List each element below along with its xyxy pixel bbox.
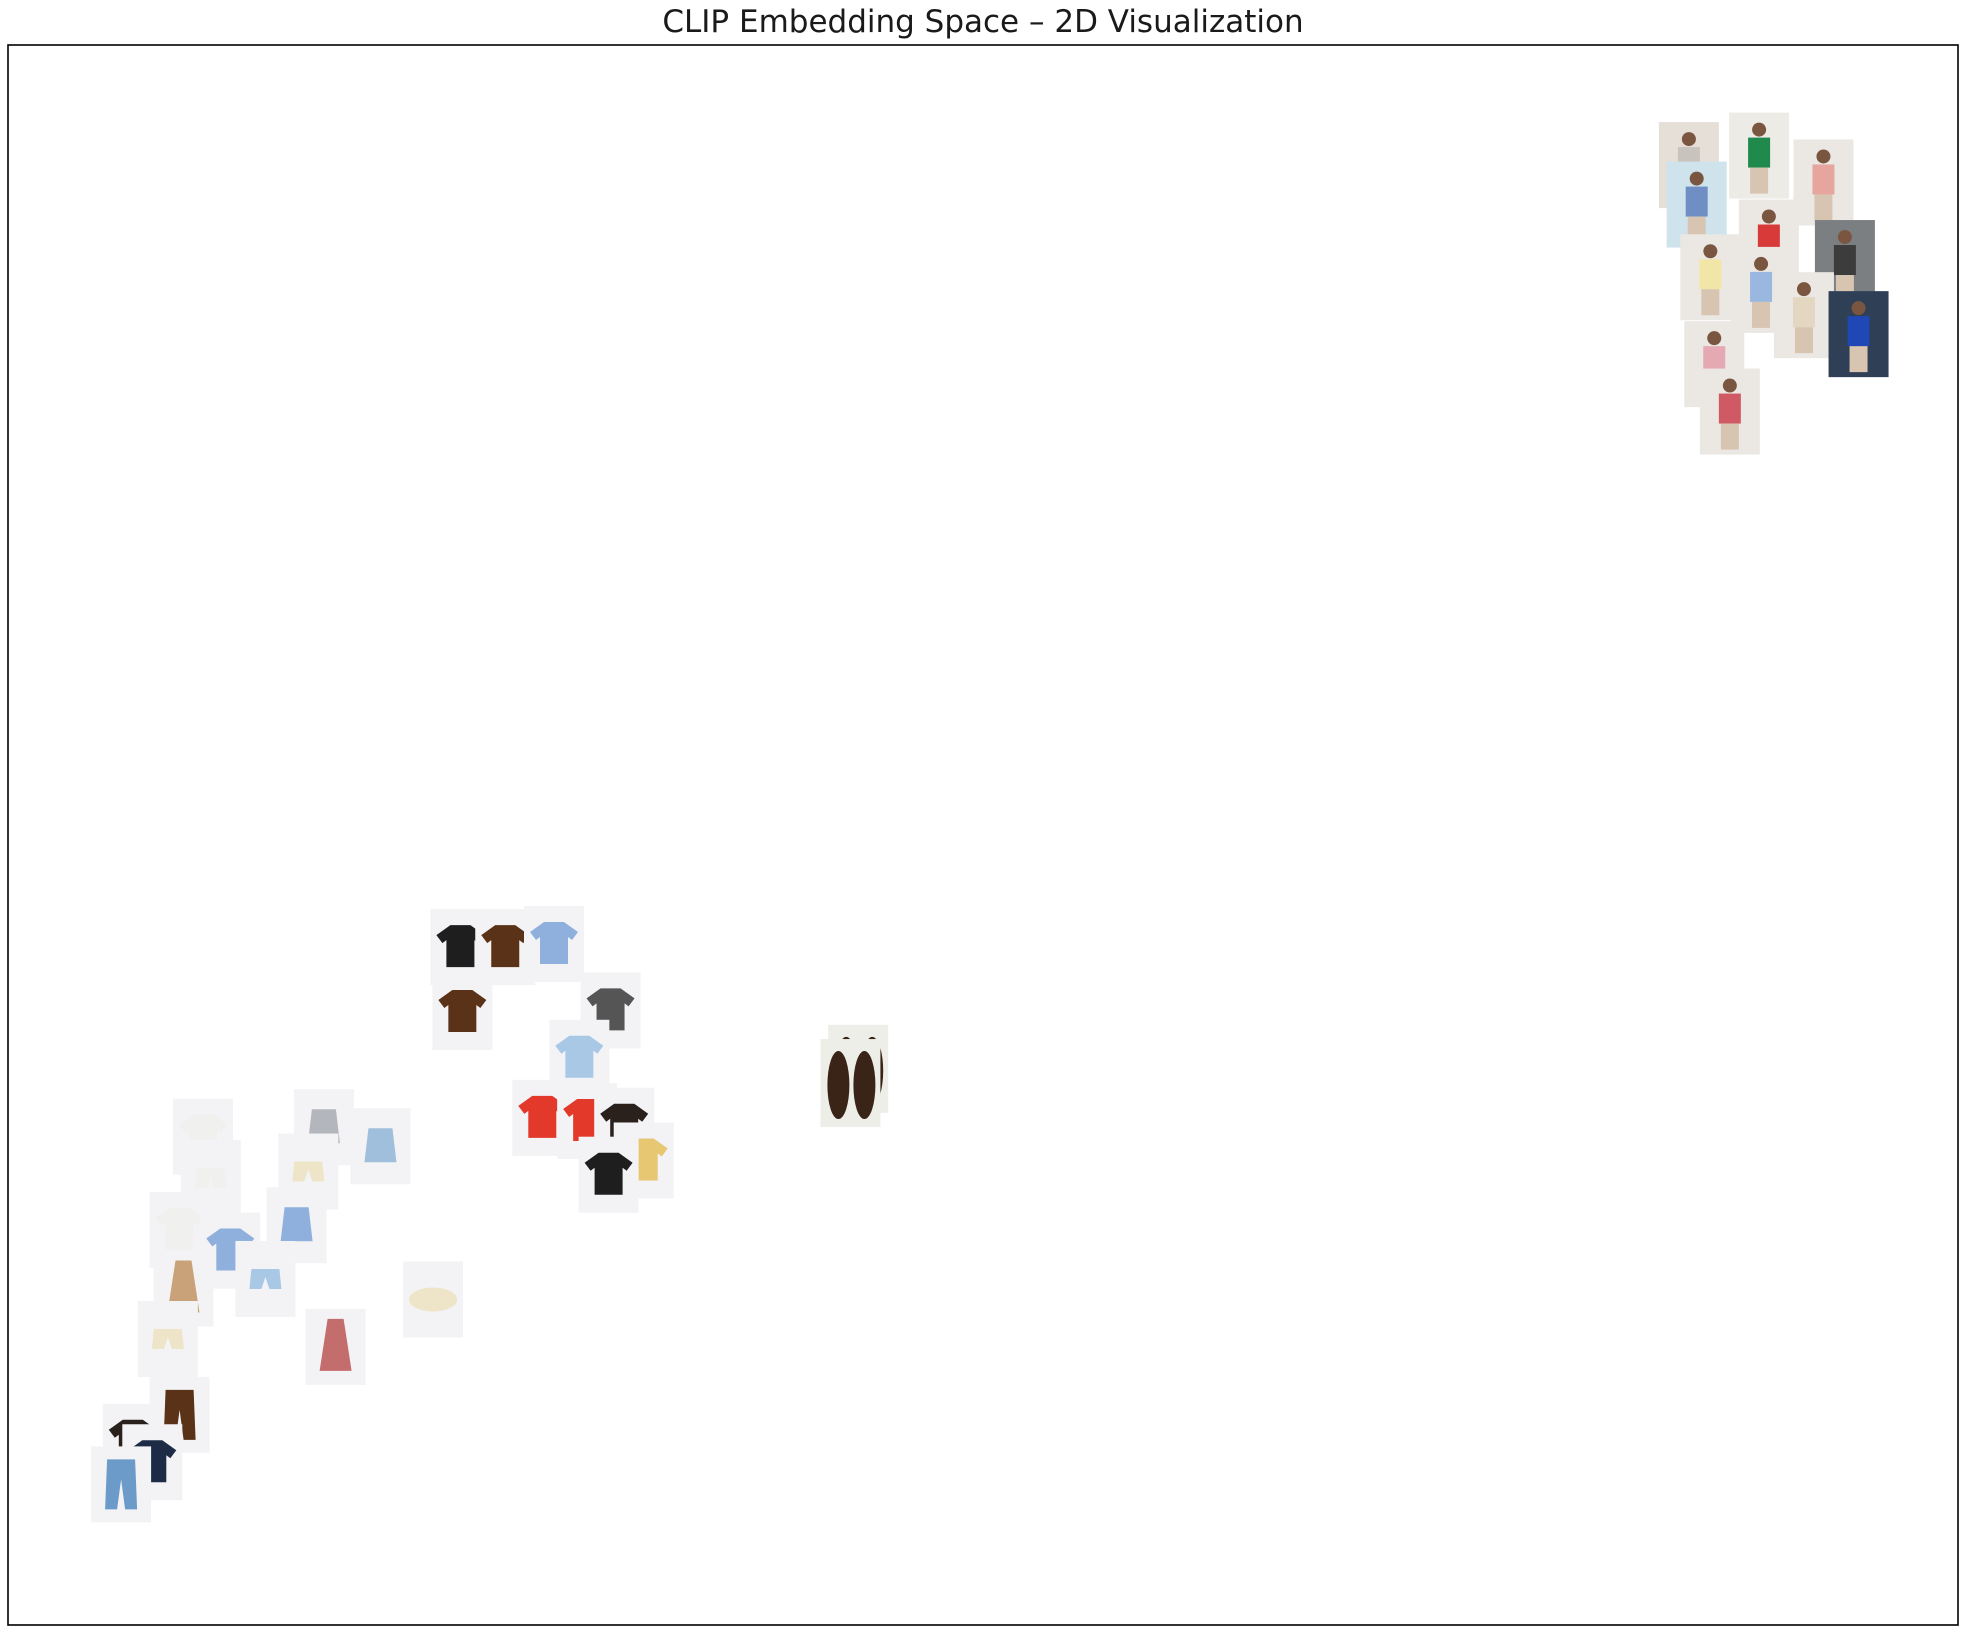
thumbnail-photo-gingham-top [1699, 368, 1760, 455]
thumbnail-shoes-brown-loafers [820, 1039, 881, 1128]
thumbnail-brown-blouse [432, 973, 493, 1050]
thumbnail-photo-green-dress [1729, 112, 1790, 199]
scatter-plot [7, 44, 1959, 1626]
thumbnail-photo-floral-dress [1793, 139, 1854, 226]
thumbnail-cream-bucket-hat [403, 1261, 464, 1338]
thumbnail-denim-vest [350, 1108, 411, 1185]
plot-area-frame [7, 44, 1959, 1626]
thumbnail-light-blue-shorts [235, 1240, 296, 1317]
thumbnail-cream-shorts [137, 1301, 198, 1378]
thumbnail-gingham-dress [305, 1308, 366, 1385]
thumbnail-black-cardigan [578, 1136, 639, 1213]
thumbnail-blue-shirt [524, 906, 584, 983]
thumbnail-photo-cream-outfit [1773, 272, 1834, 359]
thumbnail-blue-jeans [91, 1446, 152, 1523]
thumbnail-photo-blue-jacket [1828, 291, 1889, 378]
